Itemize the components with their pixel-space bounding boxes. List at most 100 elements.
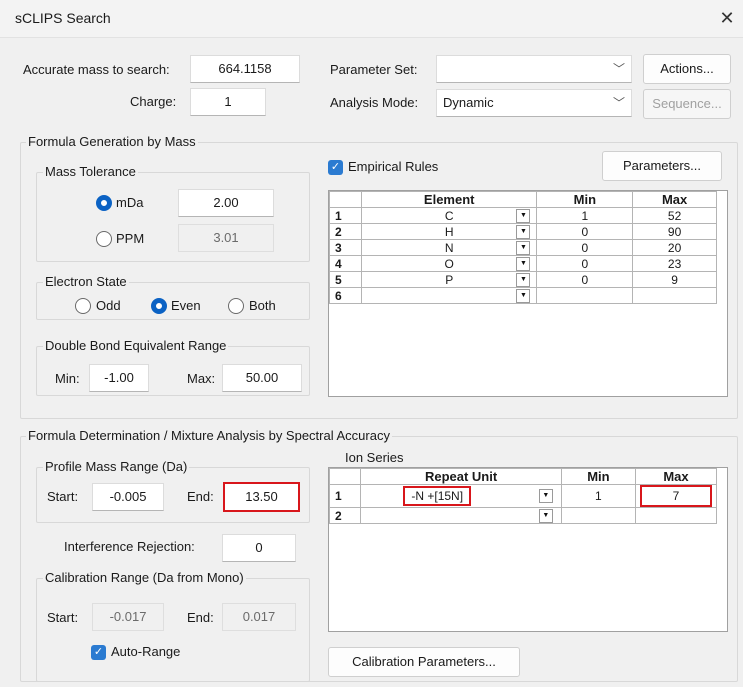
even-radio[interactable] bbox=[151, 298, 167, 314]
profile-end-input[interactable]: 13.50 bbox=[223, 482, 300, 512]
formula-generation-title: Formula Generation by Mass bbox=[26, 134, 198, 149]
min-cell[interactable]: 1 bbox=[536, 207, 634, 224]
ion-series-table: Repeat Unit Min Max 1 -N +[15N] ▼ 1 7 2 … bbox=[328, 467, 728, 632]
chevron-down-icon[interactable]: ▼ bbox=[516, 289, 531, 303]
actions-button[interactable]: Actions... bbox=[643, 54, 731, 84]
element-cell[interactable]: N ▼ bbox=[360, 239, 538, 256]
row-number: 3 bbox=[329, 239, 362, 256]
header-element: Element bbox=[360, 191, 538, 208]
repeat-unit-value: -N +[15N] bbox=[403, 486, 472, 506]
min-cell[interactable] bbox=[536, 287, 634, 304]
profile-end-label: End: bbox=[187, 489, 214, 504]
chevron-down-icon[interactable]: ▼ bbox=[538, 489, 553, 503]
element-cell[interactable]: P ▼ bbox=[360, 271, 538, 288]
mda-label: mDa bbox=[116, 195, 144, 210]
max-cell[interactable]: 23 bbox=[632, 255, 717, 272]
ppm-radio[interactable] bbox=[96, 231, 112, 247]
calibration-end-label: End: bbox=[187, 610, 214, 625]
dbe-min-label: Min: bbox=[55, 371, 80, 386]
table-row[interactable]: 2 H ▼ 0 90 bbox=[329, 223, 717, 240]
min-cell[interactable]: 0 bbox=[536, 223, 634, 240]
ppm-tolerance-input[interactable]: 3.01 bbox=[178, 224, 274, 252]
header-max: Max bbox=[632, 191, 717, 208]
charge-label: Charge: bbox=[130, 94, 177, 109]
interference-rejection-input[interactable]: 0 bbox=[222, 534, 296, 562]
auto-range-checkbox[interactable]: ✓ bbox=[91, 645, 106, 660]
max-cell[interactable]: 9 bbox=[632, 271, 717, 288]
table-row[interactable]: 5 P ▼ 0 9 bbox=[329, 271, 717, 288]
min-cell[interactable] bbox=[560, 507, 636, 524]
table-row[interactable]: 3 N ▼ 0 20 bbox=[329, 239, 717, 256]
min-cell[interactable]: 1 bbox=[560, 484, 636, 508]
max-cell[interactable]: 90 bbox=[632, 223, 717, 240]
element-cell[interactable]: O ▼ bbox=[360, 255, 538, 272]
repeat-unit-cell[interactable]: -N +[15N] ▼ bbox=[360, 484, 562, 508]
parameters-button[interactable]: Parameters... bbox=[602, 151, 722, 181]
ppm-label: PPM bbox=[116, 231, 145, 246]
profile-mass-range-title: Profile Mass Range (Da) bbox=[43, 459, 190, 474]
row-number: 1 bbox=[328, 484, 362, 508]
accurate-mass-label: Accurate mass to search: bbox=[23, 62, 170, 77]
chevron-down-icon[interactable]: ▼ bbox=[538, 509, 553, 523]
odd-radio[interactable] bbox=[75, 298, 91, 314]
max-cell[interactable] bbox=[632, 287, 717, 304]
max-cell[interactable]: 20 bbox=[632, 239, 717, 256]
accurate-mass-input[interactable]: 664.1158 bbox=[190, 55, 300, 83]
element-cell[interactable]: ▼ bbox=[360, 287, 538, 304]
checkmark-icon: ✓ bbox=[330, 161, 341, 173]
element-value: N bbox=[444, 240, 454, 255]
row-number: 5 bbox=[329, 271, 362, 288]
max-cell[interactable] bbox=[634, 507, 718, 524]
table-row[interactable]: 2 ▼ bbox=[328, 507, 718, 524]
parameter-set-dropdown[interactable]: ﹀ bbox=[436, 55, 632, 83]
auto-range-label: Auto-Range bbox=[111, 644, 181, 659]
element-cell[interactable]: C ▼ bbox=[360, 207, 538, 224]
row-number: 4 bbox=[329, 255, 362, 272]
analysis-mode-label: Analysis Mode: bbox=[330, 95, 419, 110]
table-row[interactable]: 1 -N +[15N] ▼ 1 7 bbox=[328, 484, 718, 508]
calibration-parameters-button[interactable]: Calibration Parameters... bbox=[328, 647, 520, 677]
table-row[interactable]: 4 O ▼ 0 23 bbox=[329, 255, 717, 272]
empirical-rules-checkbox[interactable]: ✓ bbox=[328, 160, 343, 175]
calibration-start-input[interactable]: -0.017 bbox=[92, 603, 164, 631]
both-radio[interactable] bbox=[228, 298, 244, 314]
header-min: Min bbox=[560, 468, 636, 485]
analysis-mode-dropdown[interactable]: Dynamic ﹀ bbox=[436, 89, 632, 117]
chevron-down-icon[interactable]: ▼ bbox=[516, 273, 531, 287]
table-row[interactable]: 1 C ▼ 1 52 bbox=[329, 207, 717, 224]
calibration-end-input[interactable]: 0.017 bbox=[222, 603, 296, 631]
mass-tolerance-title: Mass Tolerance bbox=[43, 164, 138, 179]
chevron-down-icon[interactable]: ▼ bbox=[516, 241, 531, 255]
dbe-range-title: Double Bond Equivalent Range bbox=[43, 338, 229, 353]
profile-start-input[interactable]: -0.005 bbox=[92, 483, 164, 511]
mda-radio[interactable] bbox=[96, 195, 112, 211]
calibration-range-title: Calibration Range (Da from Mono) bbox=[43, 570, 246, 585]
mda-tolerance-input[interactable]: 2.00 bbox=[178, 189, 274, 217]
header-repeat-unit: Repeat Unit bbox=[360, 468, 562, 485]
sequence-button[interactable]: Sequence... bbox=[643, 89, 731, 119]
row-number: 6 bbox=[329, 287, 362, 304]
dbe-min-input[interactable]: -1.00 bbox=[89, 364, 149, 392]
min-cell[interactable]: 0 bbox=[536, 239, 634, 256]
chevron-down-icon[interactable]: ▼ bbox=[516, 257, 531, 271]
chevron-down-icon[interactable]: ▼ bbox=[516, 209, 531, 223]
max-value: 7 bbox=[639, 485, 712, 507]
element-value: P bbox=[445, 272, 454, 287]
ion-series-header: Repeat Unit Min Max bbox=[328, 468, 718, 485]
element-cell[interactable]: H ▼ bbox=[360, 223, 538, 240]
title-bar bbox=[0, 0, 743, 38]
empirical-rules-label: Empirical Rules bbox=[348, 159, 439, 174]
min-cell[interactable]: 0 bbox=[536, 255, 634, 272]
table-row[interactable]: 6 ▼ bbox=[329, 287, 717, 304]
min-cell[interactable]: 0 bbox=[536, 271, 634, 288]
max-cell[interactable]: 52 bbox=[632, 207, 717, 224]
dbe-max-input[interactable]: 50.00 bbox=[222, 364, 302, 392]
even-label: Even bbox=[171, 298, 201, 313]
chevron-down-icon[interactable]: ▼ bbox=[516, 225, 531, 239]
charge-input[interactable]: 1 bbox=[190, 88, 266, 116]
calibration-start-label: Start: bbox=[47, 610, 79, 625]
close-icon[interactable]: ✕ bbox=[715, 6, 739, 30]
repeat-unit-cell[interactable]: ▼ bbox=[360, 507, 562, 524]
max-cell[interactable]: 7 bbox=[634, 484, 718, 508]
row-number: 2 bbox=[328, 507, 362, 524]
